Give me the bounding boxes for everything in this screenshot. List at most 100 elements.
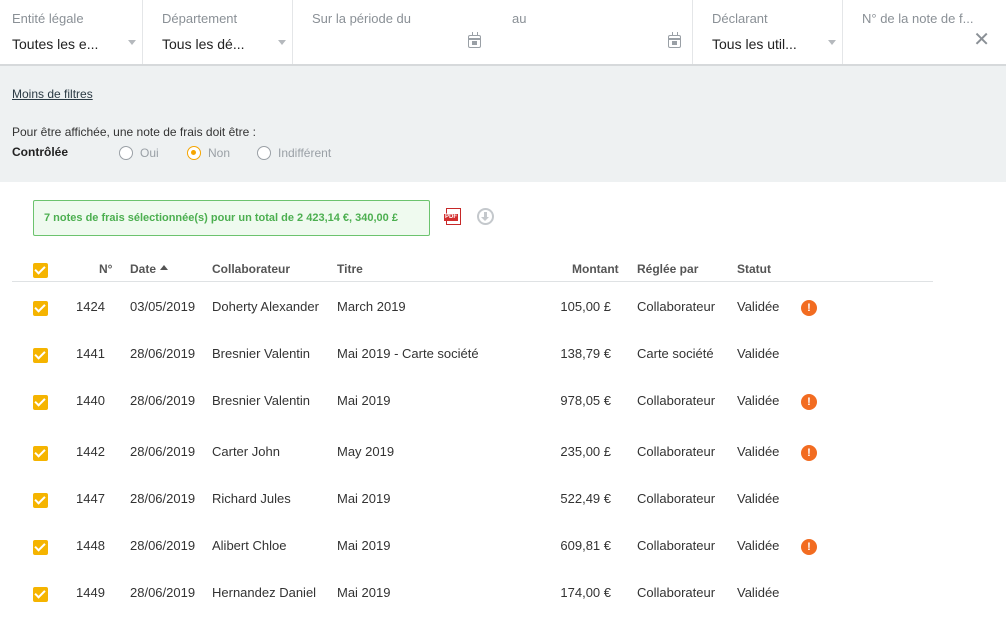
row-checkbox[interactable] [33, 348, 48, 363]
radio-label: Indifférent [278, 146, 332, 160]
cell-status: Validée [737, 346, 780, 361]
chevron-down-icon[interactable] [828, 40, 836, 45]
chevron-down-icon[interactable] [128, 40, 136, 45]
close-icon[interactable]: ✕ [973, 30, 990, 50]
table-row[interactable]: 1440 28/06/2019 Bresnier Valentin Mai 20… [12, 379, 933, 423]
period-to-label: au [512, 11, 527, 26]
table-row[interactable]: 1424 03/05/2019 Doherty Alexander March … [12, 285, 933, 329]
cell-paid-by: Collaborateur [637, 491, 716, 506]
cell-paid-by: Collaborateur [637, 538, 716, 553]
warning-icon[interactable]: ! [801, 300, 817, 316]
department-filter[interactable]: Département Tous les dé... [143, 0, 293, 64]
cell-amount: 609,81 € [560, 538, 611, 553]
condition-text: Pour être affichée, une note de frais do… [12, 125, 256, 139]
cell-paid-by: Collaborateur [637, 299, 716, 314]
header-status[interactable]: Statut [737, 262, 771, 276]
radio-indifferent[interactable]: Indifférent [257, 146, 331, 160]
selection-summary: 7 notes de frais sélectionnée(s) pour un… [33, 200, 430, 236]
table-row[interactable]: 1442 28/06/2019 Carter John May 2019 235… [12, 430, 933, 474]
header-collaborator[interactable]: Collaborateur [212, 262, 290, 276]
header-paid-by[interactable]: Réglée par [637, 262, 698, 276]
cell-status: Validée [737, 491, 780, 506]
cell-collaborator: Hernandez Daniel [212, 585, 317, 600]
cell-status: Validée [737, 393, 780, 408]
header-number[interactable]: N° [99, 262, 112, 276]
cell-collaborator: Carter John [212, 444, 280, 459]
cell-date: 28/06/2019 [130, 491, 196, 506]
cell-date: 28/06/2019 [130, 444, 196, 459]
cell-status: Validée [737, 585, 780, 600]
cell-title: Mai 2019 [337, 585, 391, 600]
warning-icon[interactable]: ! [801, 394, 817, 410]
row-checkbox[interactable] [33, 540, 48, 555]
row-checkbox[interactable] [33, 301, 48, 316]
cell-amount: 105,00 £ [560, 299, 611, 314]
pdf-export-icon[interactable]: PDF [444, 208, 461, 225]
radio-oui[interactable]: Oui [119, 146, 159, 160]
cell-status: Validée [737, 299, 780, 314]
row-checkbox[interactable] [33, 395, 48, 410]
warning-icon[interactable]: ! [801, 539, 817, 555]
cell-collaborator: Richard Jules [212, 491, 291, 506]
radio-circle-icon[interactable] [119, 146, 133, 160]
legal-entity-filter[interactable]: Entité légale Toutes les e... [0, 0, 143, 64]
cell-status: Validée [737, 444, 780, 459]
note-number-filter[interactable]: N° de la note de f... ✕ [843, 0, 1006, 64]
cell-number: 1441 [76, 346, 105, 361]
warning-icon[interactable]: ! [801, 445, 817, 461]
cell-paid-by: Carte société [637, 346, 714, 361]
table-row[interactable]: 1448 28/06/2019 Alibert Chloe Mai 2019 6… [12, 524, 933, 568]
radio-circle-icon[interactable] [257, 146, 271, 160]
row-checkbox[interactable] [33, 446, 48, 461]
cell-date: 03/05/2019 [130, 299, 196, 314]
cell-collaborator: Bresnier Valentin [212, 393, 311, 408]
table-row[interactable]: 1447 28/06/2019 Richard Jules Mai 2019 5… [12, 477, 933, 521]
period-filter[interactable]: Sur la période du au [293, 0, 693, 64]
cell-amount: 138,79 € [560, 346, 611, 361]
declarant-value[interactable]: Tous les util... [712, 36, 797, 52]
download-icon[interactable] [477, 208, 494, 225]
cell-number: 1442 [76, 444, 105, 459]
cell-amount: 235,00 £ [560, 444, 611, 459]
row-checkbox[interactable] [33, 587, 48, 602]
cell-number: 1448 [76, 538, 105, 553]
calendar-icon[interactable] [468, 32, 481, 48]
cell-title: Mai 2019 - Carte société [337, 346, 479, 361]
note-number-label: N° de la note de f... [862, 11, 974, 26]
header-title[interactable]: Titre [337, 262, 363, 276]
cell-date: 28/06/2019 [130, 585, 196, 600]
select-all-checkbox[interactable] [33, 263, 48, 278]
cell-date: 28/06/2019 [130, 538, 196, 553]
cell-number: 1424 [76, 299, 105, 314]
cell-amount: 174,00 € [560, 585, 611, 600]
declarant-filter[interactable]: Déclarant Tous les util... [693, 0, 843, 64]
cell-status: Validée [737, 538, 780, 553]
department-label: Département [162, 11, 238, 26]
cell-amount: 522,49 € [560, 491, 611, 506]
cell-title: Mai 2019 [337, 538, 391, 553]
department-value[interactable]: Tous les dé... [162, 36, 245, 52]
cell-date: 28/06/2019 [130, 393, 196, 408]
table-row[interactable]: 1449 28/06/2019 Hernandez Daniel Mai 201… [12, 571, 933, 615]
cell-date: 28/06/2019 [130, 346, 196, 361]
cell-paid-by: Collaborateur [637, 393, 716, 408]
legal-entity-label: Entité légale [12, 11, 84, 26]
chevron-down-icon[interactable] [278, 40, 286, 45]
header-amount[interactable]: Montant [572, 262, 619, 276]
header-date[interactable]: Date [130, 262, 169, 276]
radio-circle-icon[interactable] [187, 146, 201, 160]
legal-entity-value[interactable]: Toutes les e... [12, 36, 98, 52]
table-row[interactable]: 1441 28/06/2019 Bresnier Valentin Mai 20… [12, 332, 933, 376]
less-filters-link[interactable]: Moins de filtres [12, 87, 93, 101]
calendar-icon[interactable] [668, 32, 681, 48]
cell-paid-by: Collaborateur [637, 444, 716, 459]
cell-title: May 2019 [337, 444, 395, 459]
cell-title: Mai 2019 [337, 393, 391, 408]
radio-label: Non [208, 146, 231, 160]
period-from-label: Sur la période du [312, 11, 412, 26]
radio-non[interactable]: Non [187, 146, 230, 160]
cell-title: Mai 2019 [337, 491, 391, 506]
radio-label: Oui [140, 146, 159, 160]
row-checkbox[interactable] [33, 493, 48, 508]
extended-filters: Moins de filtres Pour être affichée, une… [0, 66, 1006, 182]
